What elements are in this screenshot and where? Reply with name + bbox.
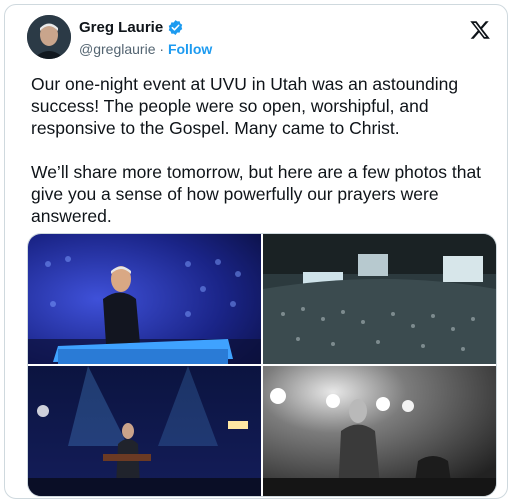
photo-worship-bw[interactable]: [263, 366, 496, 496]
avatar-image: [27, 15, 71, 59]
tweet-card: Greg Laurie @greglaurie · Follow Our one…: [4, 4, 508, 499]
separator-dot: ·: [159, 41, 165, 57]
photo-arena-crowd[interactable]: [263, 234, 496, 364]
tweet-paragraph-1: Our one-night event at UVU in Utah was a…: [31, 74, 459, 138]
author-name[interactable]: Greg Laurie: [79, 19, 163, 36]
photo-band-stage[interactable]: [28, 366, 261, 496]
tweet-text: Our one-night event at UVU in Utah was a…: [31, 73, 491, 249]
author-name-row: Greg Laurie: [79, 19, 184, 36]
author-handle[interactable]: @greglaurie: [79, 41, 155, 57]
tweet-paragraph-2: We’ll share more tomorrow, but here are …: [31, 162, 482, 226]
media-grid: [27, 233, 497, 497]
follow-link[interactable]: Follow: [168, 41, 212, 57]
avatar[interactable]: [27, 15, 71, 59]
x-logo-icon[interactable]: [469, 19, 491, 41]
photo-speaker-podium[interactable]: [28, 234, 261, 364]
verified-badge-icon: [168, 20, 183, 35]
author-handle-row: @greglaurie · Follow: [79, 41, 212, 57]
